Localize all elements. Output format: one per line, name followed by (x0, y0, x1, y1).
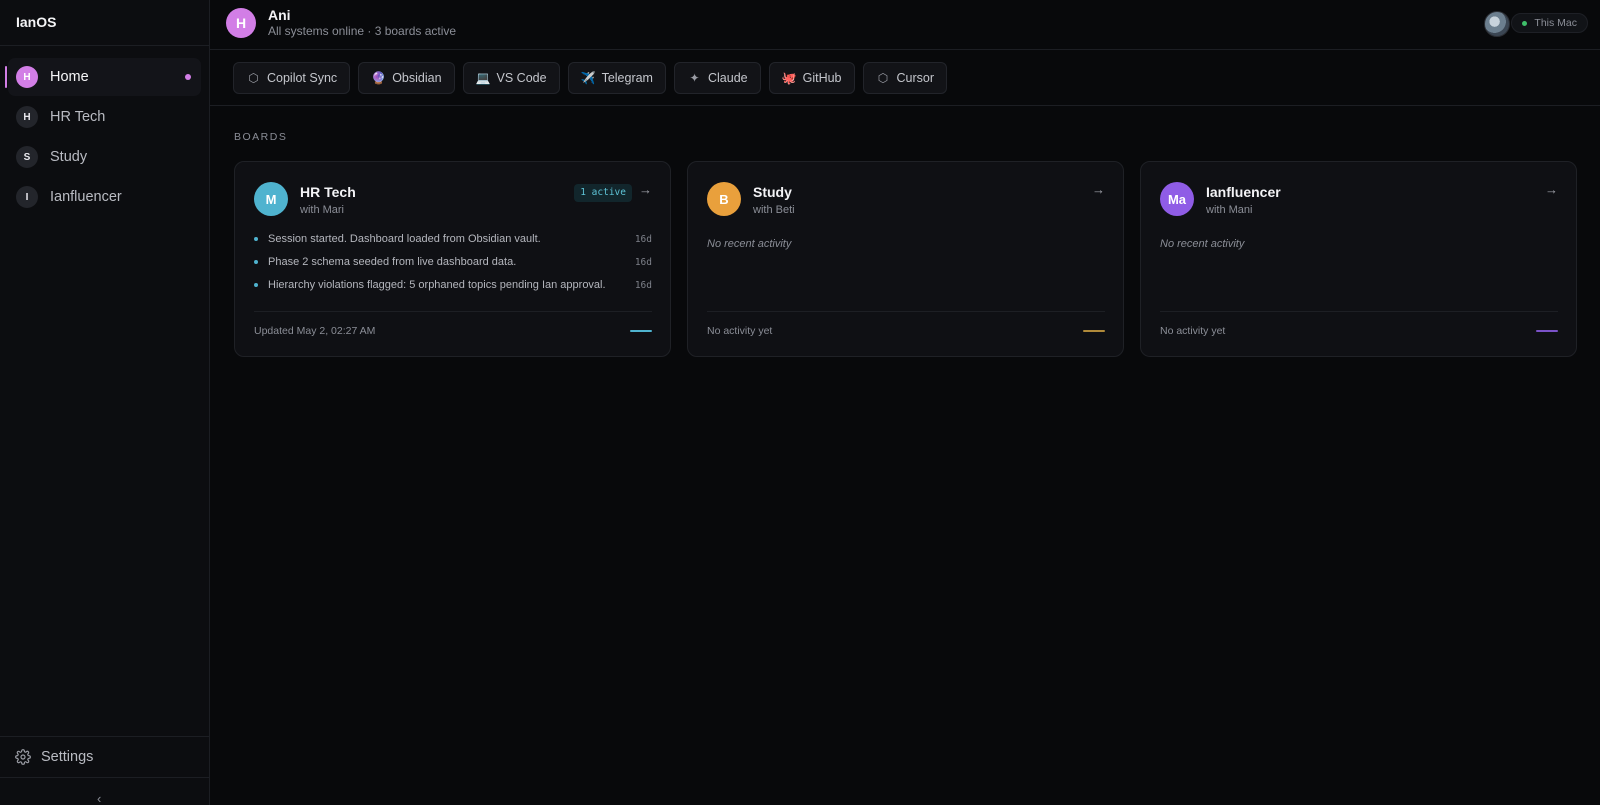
sidebar-item-label: Ianfluencer (50, 189, 122, 205)
home-avatar-icon: H (16, 66, 38, 88)
chip-label: GitHub (802, 71, 842, 85)
empty-activity-text: No recent activity (707, 238, 792, 250)
chip-label: Claude (707, 71, 748, 85)
profile-photo[interactable] (1484, 11, 1510, 37)
chip-label: VS Code (496, 71, 547, 85)
study-avatar-icon: S (16, 146, 38, 168)
activity-time: 16d (634, 257, 652, 268)
arrow-right-icon[interactable]: → (1545, 182, 1558, 197)
telegram-button[interactable]: ✈️ Telegram (567, 62, 666, 94)
accent-line (1536, 330, 1558, 332)
active-indicator-dot (185, 74, 191, 80)
card-divider (707, 311, 1105, 312)
gear-icon (15, 749, 31, 765)
sidebar: IanOS H Home H HR Tech S Study I Ianflue… (0, 0, 210, 805)
empty-activity-text: No recent activity (1160, 238, 1245, 250)
board-title: HR Tech (300, 184, 356, 200)
sidebar-item-hr-tech[interactable]: H HR Tech (8, 98, 201, 136)
card-divider (254, 311, 652, 312)
app-logo: IanOS (0, 0, 209, 46)
copilot-sync-button[interactable]: ⬡ Copilot Sync (233, 62, 351, 94)
collapse-sidebar-icon[interactable]: ‹ (97, 791, 111, 805)
boards-section-title: BOARDS (234, 131, 288, 143)
hexagon-icon: ⬡ (248, 71, 259, 85)
chip-label: Telegram (601, 71, 653, 85)
board-title: Study (753, 184, 792, 200)
card-footer: No activity yet (1160, 325, 1226, 337)
board-title: Ianfluencer (1206, 184, 1281, 200)
arrow-right-icon[interactable]: → (639, 182, 652, 197)
sidebar-item-label: Study (50, 149, 88, 165)
chip-label: Cursor (896, 71, 935, 85)
board-avatar: B (707, 182, 741, 216)
board-avatar: Ma (1160, 182, 1194, 216)
sidebar-item-ianfluencer[interactable]: I Ianfluencer (8, 178, 201, 216)
sidebar-item-label: HR Tech (50, 109, 106, 125)
crystal-ball-icon: 🔮 (371, 71, 387, 85)
activity-time: 16d (634, 280, 652, 291)
arrow-right-icon[interactable]: → (1092, 182, 1105, 197)
activity-item: Phase 2 schema seeded from live dashboar… (254, 255, 652, 278)
boards-grid: M HR Tech with Mari 1 active → Session s… (234, 161, 1577, 357)
settings-label: Settings (41, 749, 94, 765)
ianfluencer-avatar-icon: I (16, 186, 38, 208)
sidebar-item-label: Home (50, 69, 89, 85)
claude-button[interactable]: ✦ Claude (673, 62, 761, 94)
airplane-icon: ✈️ (580, 71, 596, 85)
board-avatar: M (254, 182, 288, 216)
chip-label: Copilot Sync (267, 71, 338, 85)
board-subtitle: with Beti (753, 204, 795, 216)
board-subtitle: with Mani (1206, 204, 1253, 216)
app-shortcuts-toolbar: ⬡ Copilot Sync 🔮 Obsidian 💻 VS Code ✈️ T… (210, 50, 1600, 106)
sidebar-nav: H Home H HR Tech S Study I Ianfluencer (0, 46, 209, 216)
accent-line (630, 330, 652, 332)
hexagon-icon: ⬡ (877, 71, 889, 85)
activity-item: Hierarchy violations flagged: 5 orphaned… (254, 278, 652, 301)
board-subtitle: with Mari (300, 204, 345, 216)
activity-text: Phase 2 schema seeded from live dashboar… (268, 256, 517, 268)
settings-button[interactable]: Settings (0, 736, 209, 778)
cursor-button[interactable]: ⬡ Cursor (862, 62, 948, 94)
obsidian-button[interactable]: 🔮 Obsidian (358, 62, 455, 94)
hr-tech-avatar-icon: H (16, 106, 38, 128)
github-button[interactable]: 🐙 GitHub (768, 62, 855, 94)
user-name: Ani (268, 7, 291, 23)
card-footer: Updated May 2, 02:27 AM (254, 325, 376, 337)
activity-list: Session started. Dashboard loaded from O… (254, 232, 652, 301)
main-area: H Ani All systems online · 3 boards acti… (210, 0, 1600, 805)
sidebar-item-home[interactable]: H Home (5, 58, 201, 96)
board-card-ianfluencer[interactable]: Ma Ianfluencer with Mani → No recent act… (1140, 161, 1577, 357)
top-bar: H Ani All systems online · 3 boards acti… (210, 0, 1600, 50)
card-footer: No activity yet (707, 325, 773, 337)
board-card-study[interactable]: B Study with Beti → No recent activity N… (687, 161, 1124, 357)
sparkle-icon: ✦ (689, 71, 700, 85)
chip-label: Obsidian (392, 71, 442, 85)
system-status: All systems online · 3 boards active (268, 24, 457, 38)
octopus-icon: 🐙 (781, 71, 797, 85)
activity-time: 16d (634, 234, 652, 245)
active-badge: 1 active (574, 184, 632, 202)
accent-line (1083, 330, 1105, 332)
activity-item: Session started. Dashboard loaded from O… (254, 232, 652, 255)
card-divider (1160, 311, 1558, 312)
board-card-hr-tech[interactable]: M HR Tech with Mari 1 active → Session s… (234, 161, 671, 357)
sidebar-item-study[interactable]: S Study (8, 138, 201, 176)
activity-text: Session started. Dashboard loaded from O… (268, 233, 541, 245)
user-avatar[interactable]: H (226, 8, 256, 38)
activity-text: Hierarchy violations flagged: 5 orphaned… (268, 279, 606, 291)
laptop-icon: 💻 (475, 71, 491, 85)
device-status-badge[interactable]: This Mac (1511, 13, 1588, 33)
vs-code-button[interactable]: 💻 VS Code (462, 62, 560, 94)
